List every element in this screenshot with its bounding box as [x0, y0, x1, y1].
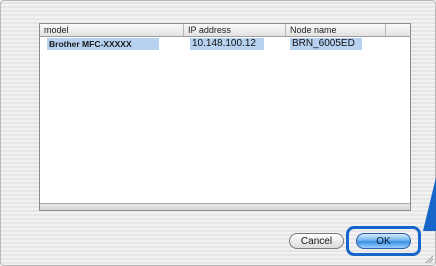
column-header-ip-address[interactable]: IP address: [184, 24, 286, 36]
ok-highlight-frame: [346, 226, 421, 256]
printer-list[interactable]: model IP address Node name Brother MFC-X…: [39, 23, 411, 211]
cancel-button[interactable]: Cancel: [289, 233, 344, 249]
list-header: model IP address Node name: [40, 24, 410, 37]
cell-node-name: BRN_6005ED: [290, 38, 362, 50]
cell-ip-address: 10.148.100.12: [190, 38, 264, 50]
resize-grip-icon[interactable]: [425, 255, 433, 263]
column-header-node-name[interactable]: Node name: [286, 24, 386, 36]
cell-model: Brother MFC-XXXXX: [47, 38, 159, 50]
table-row[interactable]: Brother MFC-XXXXX 10.148.100.12 BRN_6005…: [43, 38, 405, 50]
horizontal-scrollbar[interactable]: [40, 203, 410, 210]
callout-arrow-icon: [423, 177, 436, 231]
column-header-model[interactable]: model: [40, 24, 184, 36]
printer-select-dialog: model IP address Node name Brother MFC-X…: [0, 0, 436, 266]
column-header-spacer: [386, 24, 411, 36]
